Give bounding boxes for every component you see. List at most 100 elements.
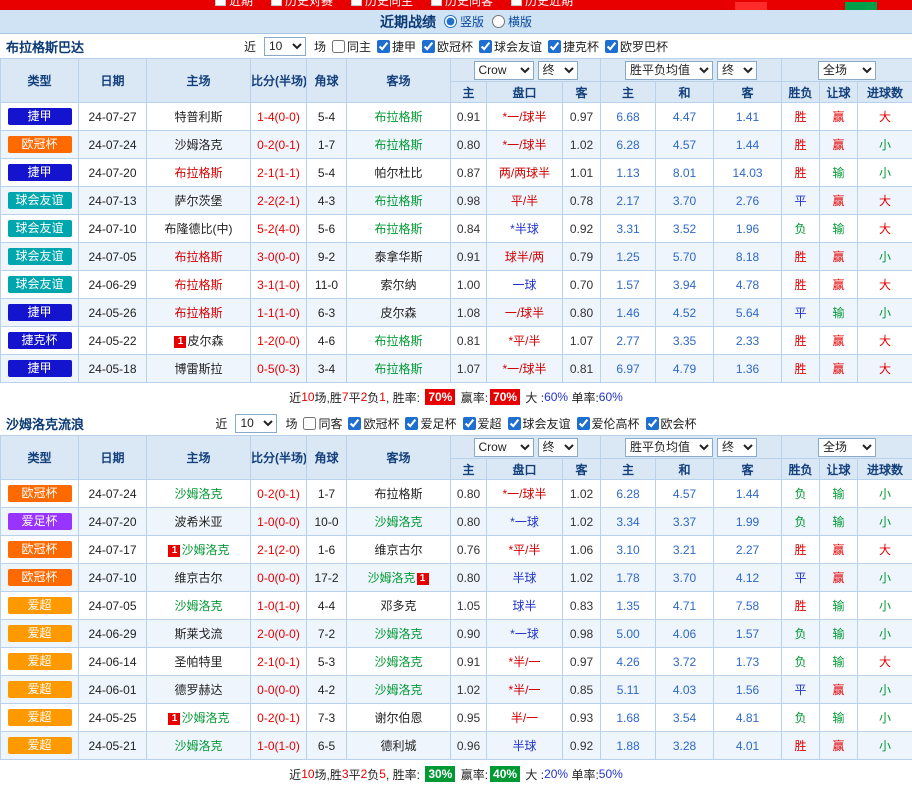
goals-cell-text: 小 [879,487,891,501]
handicap-text: *半/一 [508,655,540,669]
sub-column-header: 进球数 [858,82,912,103]
avg-home-cell: 3.34 [601,508,656,536]
away-team-name: 泰拿华斯 [374,250,422,264]
same-venue-filter[interactable]: 同客 [303,415,342,432]
checkbox-icon[interactable] [511,0,522,6]
team-sections: 布拉格斯巴达近10场同主捷甲欧冠杯球会友谊捷克杯欧罗巴杯类型日期主场比分(半场)… [0,34,912,788]
scope-select[interactable]: 全场 [818,438,876,457]
league-checkbox[interactable] [577,417,590,430]
checkbox-icon[interactable] [351,0,362,6]
league-filter[interactable]: 欧会杯 [646,415,697,432]
timing-select[interactable]: 终 [538,438,578,457]
scope-select[interactable]: 全场 [818,61,876,80]
avg-type-select[interactable]: 胜平负均值 [625,438,713,457]
league-filter[interactable]: 欧罗巴杯 [605,38,668,55]
league-filter[interactable]: 球会友谊 [479,38,542,55]
avg-away-cell: 7.58 [714,592,782,620]
vertical-radio[interactable] [444,15,457,28]
same-venue-checkbox[interactable] [303,417,316,430]
avg-draw-cell: 4.79 [656,355,714,383]
away-team-name: 布拉格斯 [374,110,422,124]
odds-home-cell: 0.95 [451,704,487,732]
odds-away-cell: 0.81 [563,355,601,383]
date-cell: 24-07-20 [79,159,147,187]
result-cell: 胜 [782,327,820,355]
league-filter[interactable]: 捷克杯 [548,38,599,55]
sub-column-header: 客 [714,82,782,103]
odds-home-cell: 0.91 [451,103,487,131]
league-filter[interactable]: 球会友谊 [508,415,571,432]
corner-cell: 9-2 [307,243,347,271]
layout-vertical-option[interactable]: 竖版 [444,13,484,30]
league-filter[interactable]: 欧冠杯 [348,415,399,432]
topbar-filter-item[interactable]: 历史近期 [511,0,573,9]
same-venue-checkbox[interactable] [332,40,345,53]
topbar-filter-item[interactable]: 历史同主 [351,0,413,9]
handicap-text: *一/球半 [502,487,546,501]
topbar-filter-item[interactable]: 历史对赛 [271,0,333,9]
handicap-result-cell: 赢 [820,187,858,215]
result-cell: 胜 [782,536,820,564]
match-count-select[interactable]: 10 [264,37,306,56]
league-checkbox[interactable] [463,417,476,430]
card-mark-badge: 1 [168,545,180,557]
league-checkbox[interactable] [548,40,561,53]
stat-text: 20% [544,767,568,781]
handicap-result-cell-text: 赢 [833,683,845,697]
handicap-result-cell: 输 [820,480,858,508]
handicap-result-cell: 赢 [820,103,858,131]
league-checkbox[interactable] [605,40,618,53]
timing-select[interactable]: 终 [717,61,757,80]
sub-column-header: 让球 [820,459,858,480]
topbar-filter-item[interactable]: 历史同客 [431,0,493,9]
away-team-name: 布拉格斯 [374,487,422,501]
horizontal-radio[interactable] [492,15,505,28]
sub-column-header: 进球数 [858,459,912,480]
league-filter[interactable]: 欧冠杯 [422,38,473,55]
corner-cell: 3-4 [307,355,347,383]
league-checkbox[interactable] [479,40,492,53]
away-team-cell: 德利城 [347,732,451,760]
timing-select[interactable]: 终 [538,61,578,80]
handicap-result-cell: 输 [820,159,858,187]
score-text: 0-0(0-0) [257,571,300,585]
avg-draw-cell: 4.03 [656,676,714,704]
league-checkbox[interactable] [348,417,361,430]
league-checkbox[interactable] [405,417,418,430]
away-team-name: 维京古尔 [374,543,422,557]
league-checkbox[interactable] [646,417,659,430]
checkbox-icon[interactable] [271,0,282,6]
league-checkbox[interactable] [508,417,521,430]
handicap-cell: *半球 [487,215,563,243]
bookmaker-select[interactable]: Crow [474,438,534,457]
corner-cell: 5-3 [307,648,347,676]
goals-cell-text: 小 [879,138,891,152]
league-filter[interactable]: 爱伦高杯 [577,415,640,432]
stat-text: 50% [599,767,623,781]
avg-draw-cell: 3.72 [656,648,714,676]
stat-text: 负 [367,766,379,783]
checkbox-icon[interactable] [215,0,226,6]
handicap-text: *半/一 [508,683,540,697]
league-checkbox[interactable] [422,40,435,53]
legend-green-box [845,2,877,10]
match-row: 欧冠杯24-07-10维京古尔0-0(0-0)17-2沙姆洛克10.80半球1.… [1,564,912,592]
avg-home-cell: 1.35 [601,592,656,620]
goals-cell: 大 [858,648,912,676]
league-filter[interactable]: 捷甲 [377,38,416,55]
league-filter[interactable]: 爱足杯 [405,415,456,432]
result-cell-text: 胜 [795,138,807,152]
topbar-filter-item[interactable]: 近期 [215,0,253,9]
layout-horizontal-option[interactable]: 横版 [492,13,532,30]
away-team-cell: 维京古尔 [347,536,451,564]
league-checkbox[interactable] [377,40,390,53]
result-cell: 胜 [782,131,820,159]
avg-type-select[interactable]: 胜平负均值 [625,61,713,80]
away-team-cell: 索尔纳 [347,271,451,299]
bookmaker-select[interactable]: Crow [474,61,534,80]
checkbox-icon[interactable] [431,0,442,6]
timing-select[interactable]: 终 [717,438,757,457]
same-venue-filter[interactable]: 同主 [332,38,371,55]
match-count-select[interactable]: 10 [235,414,277,433]
league-filter[interactable]: 爱超 [463,415,502,432]
